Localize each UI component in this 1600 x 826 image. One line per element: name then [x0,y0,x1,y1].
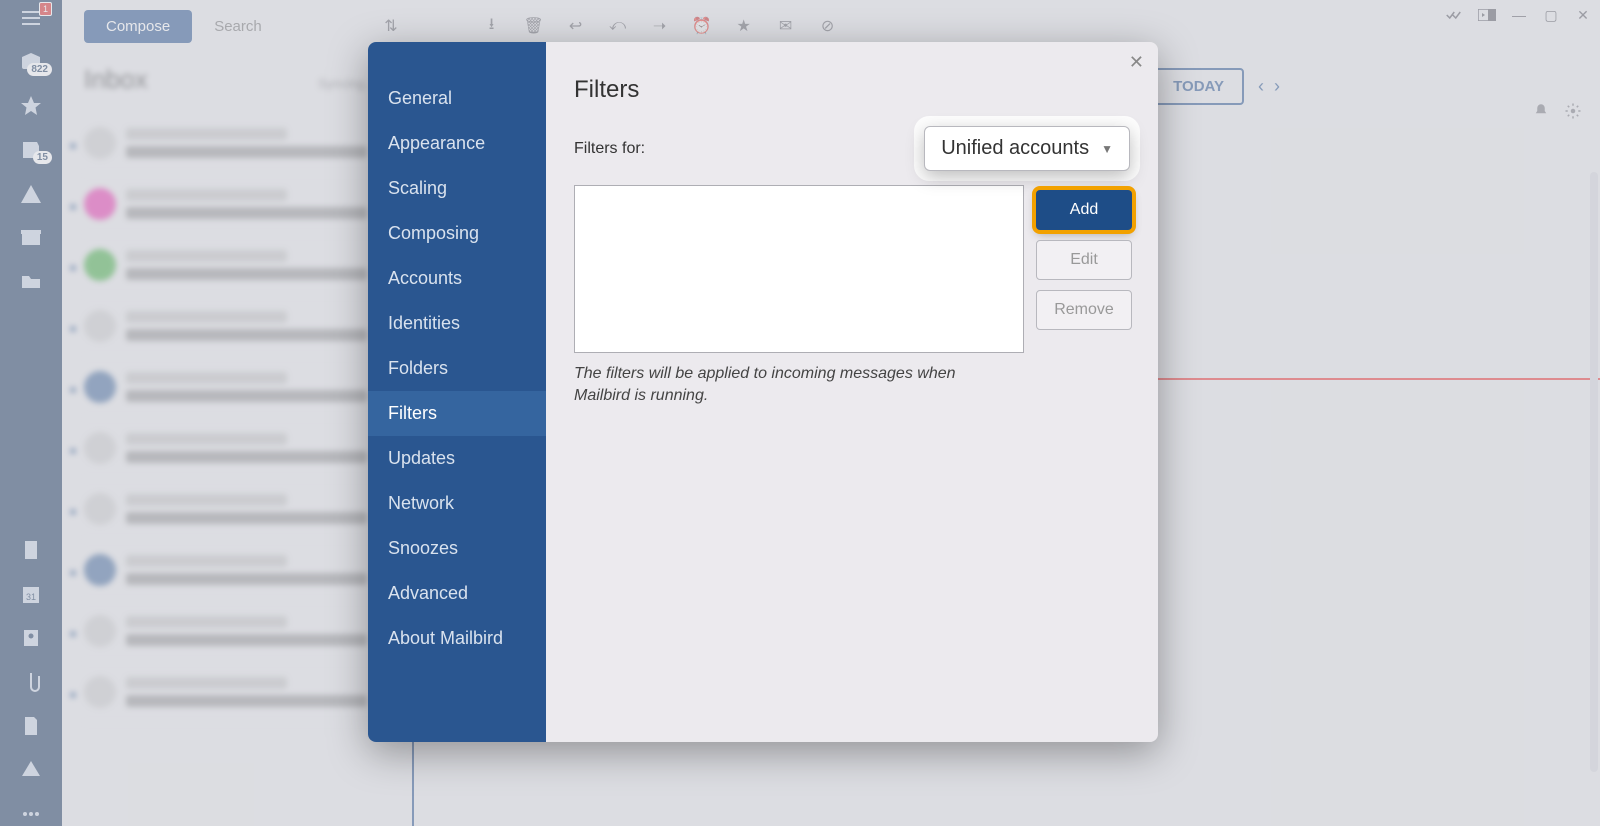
svg-text:31: 31 [26,592,36,602]
star-action-icon[interactable]: ★ [734,16,754,36]
panel-toggle-icon[interactable] [1478,6,1496,24]
drive-icon[interactable] [16,758,46,782]
settings-nav-updates[interactable]: Updates [368,436,546,481]
folder-title: Inbox [84,64,148,95]
search-input[interactable] [214,18,413,35]
filters-for-label: Filters for: [574,140,645,158]
drafts-count-badge: 15 [33,151,52,164]
edit-filter-button[interactable]: Edit [1036,240,1132,280]
app-root: — ▢ ✕ 1 822 15 31 Compose [0,0,1600,826]
account-selected: Unified accounts [941,137,1089,160]
settings-nav-general[interactable]: General [368,76,546,121]
block-icon[interactable]: ⊘ [818,16,838,36]
more-icon[interactable] [16,802,46,826]
forward-icon[interactable]: ➝ [650,16,670,36]
mail-item[interactable] [84,357,394,418]
nav-rail: 1 822 15 31 [0,0,62,826]
menu-badge: 1 [39,2,52,16]
settings-nav-composing[interactable]: Composing [368,211,546,256]
maximize-button[interactable]: ▢ [1542,6,1560,24]
mail-item[interactable] [84,418,394,479]
close-window-button[interactable]: ✕ [1574,6,1592,24]
add-filter-button[interactable]: Add [1036,190,1132,230]
compose-button[interactable]: Compose [84,10,192,43]
chevron-down-icon: ▼ [1101,142,1113,156]
drafts-icon[interactable]: 15 [16,138,46,162]
mail-item[interactable] [84,540,394,601]
checkmarks-icon[interactable] [1446,6,1464,24]
settings-nav-advanced[interactable]: Advanced [368,571,546,616]
settings-nav-accounts[interactable]: Accounts [368,256,546,301]
settings-nav-identities[interactable]: Identities [368,301,546,346]
hamburger-menu-icon[interactable]: 1 [16,6,46,30]
cal-prev-icon[interactable]: ‹ [1258,76,1264,97]
snooze-icon[interactable]: ⏰ [692,16,712,36]
notes-icon[interactable] [16,538,46,562]
contacts-icon[interactable] [16,626,46,650]
mail-item[interactable] [84,601,394,662]
calendar-icon[interactable]: 31 [16,582,46,606]
minimize-button[interactable]: — [1510,6,1528,24]
account-dropdown[interactable]: Unified accounts ▼ [924,126,1130,171]
mail-item[interactable] [84,235,394,296]
filter-listbox[interactable] [574,185,1024,353]
today-button[interactable]: TODAY [1153,68,1244,105]
mail-item[interactable] [84,174,394,235]
settings-body: Filters Filters for: Unified accounts ▼ … [546,42,1158,742]
settings-nav-snoozes[interactable]: Snoozes [368,526,546,571]
mail-item[interactable] [84,296,394,357]
settings-nav-appearance[interactable]: Appearance [368,121,546,166]
settings-nav-network[interactable]: Network [368,481,546,526]
search-field[interactable] [206,18,370,35]
inbox-icon[interactable]: 822 [16,50,46,74]
window-controls: — ▢ ✕ [1446,6,1592,24]
remove-filter-button[interactable]: Remove [1036,290,1132,330]
sent-icon[interactable] [16,182,46,206]
settings-nav: GeneralAppearanceScalingComposingAccount… [368,42,546,742]
toolbar-icons: ⭳ 🗑 ↩ ⤺ ➝ ⏰ ★ ✉ ⊘ [482,16,838,36]
download-icon[interactable]: ⭳ [482,16,502,36]
settings-nav-about-mailbird[interactable]: About Mailbird [368,616,546,661]
settings-nav-scaling[interactable]: Scaling [368,166,546,211]
settings-modal: ✕ GeneralAppearanceScalingComposingAccou… [368,42,1158,742]
mark-read-icon[interactable]: ✉ [776,16,796,36]
star-icon[interactable] [16,94,46,118]
mail-item[interactable] [84,662,394,723]
attachment-icon[interactable] [16,670,46,694]
settings-title: Filters [574,76,1130,104]
mail-item[interactable] [84,113,394,174]
gear-icon[interactable] [1564,102,1582,125]
reply-icon[interactable]: ↩ [566,16,586,36]
archive-icon[interactable] [16,226,46,250]
bell-icon[interactable] [1532,102,1550,125]
trash-icon[interactable]: 🗑 [524,16,544,36]
filter-hint: The filters will be applied to incoming … [574,363,1014,406]
inbox-count-badge: 822 [27,63,52,76]
folder-icon[interactable] [16,270,46,294]
reply-all-icon[interactable]: ⤺ [608,16,628,36]
settings-nav-folders[interactable]: Folders [368,346,546,391]
mail-item[interactable] [84,479,394,540]
document-icon[interactable] [16,714,46,738]
calendar-scrollbar[interactable] [1590,172,1598,772]
mail-list-pane: Inbox Syncing... ⟳ [62,52,412,826]
cal-next-icon[interactable]: › [1274,76,1280,97]
settings-nav-filters[interactable]: Filters [368,391,546,436]
